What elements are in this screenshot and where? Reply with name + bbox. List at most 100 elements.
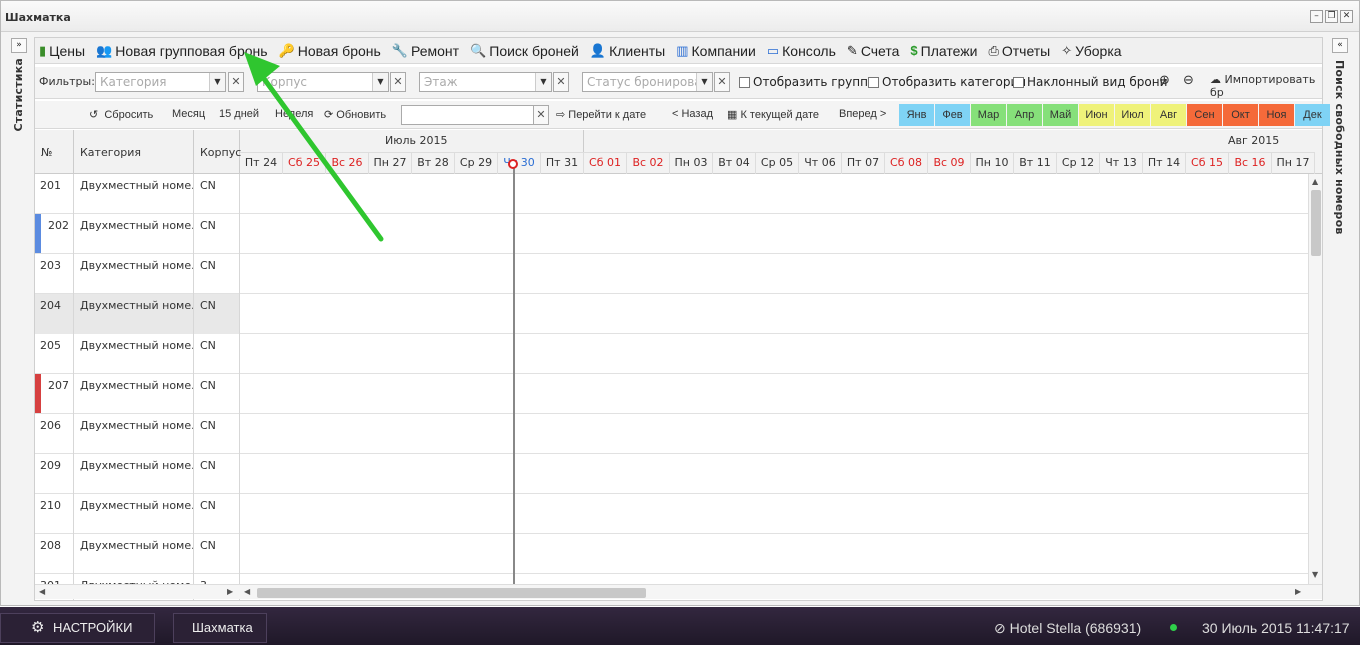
floor-select[interactable]: Этаж ▼ [419,72,552,92]
show-groups-checkbox[interactable]: Отобразить группы [739,75,877,89]
category-select[interactable]: Категория ▼ [95,72,226,92]
menu-item-11[interactable]: ✧ Уборка [1061,43,1121,59]
week-button[interactable]: Неделя [275,108,313,120]
status-select[interactable]: Статус бронирован▼ [582,72,713,92]
day-header[interactable]: Сб 25 [283,153,326,175]
day-header[interactable]: Чт 06 [799,153,842,175]
room-row[interactable]: 202 Двухместный номе... CN [35,214,1308,254]
today-button[interactable]: ▦ К текущей дате [727,108,819,121]
day-header[interactable]: Сб 01 [584,153,627,175]
menu-item-4[interactable]: 🔍 Поиск броней [470,43,579,59]
month-button-0[interactable]: Янв [899,104,934,126]
chevron-down-icon[interactable]: ▼ [696,73,712,91]
room-row[interactable]: 206 Двухместный номе... CN [35,414,1308,454]
col-header-building[interactable]: Корпус [194,130,241,174]
menu-item-1[interactable]: 👥 Новая групповая бронь [96,43,267,59]
room-row[interactable]: 205 Двухместный номе... CN [35,334,1308,374]
horizontal-scrollbar[interactable]: ◀ ▶ [240,584,1322,599]
col-header-number[interactable]: № [35,130,74,174]
room-row[interactable]: 210 Двухместный номе... CN [35,494,1308,534]
back-button[interactable]: < Назад [672,108,713,120]
day-header[interactable]: Вт 04 [713,153,756,175]
day-header[interactable]: Вс 09 [928,153,971,175]
zoom-out-icon[interactable]: ⊖ [1183,73,1194,88]
scroll-up-icon[interactable]: ▲ [1312,177,1318,186]
show-categories-checkbox[interactable]: Отобразить категории [868,75,1026,89]
col-header-category[interactable]: Категория [74,130,194,174]
vertical-scroll-thumb[interactable] [1311,190,1321,256]
day-header[interactable]: Пн 17 [1272,153,1315,175]
room-row[interactable]: 204 Двухместный номе... CN [35,294,1308,334]
scroll-left-icon[interactable]: ◀ [244,587,250,596]
menu-item-6[interactable]: ▥ Компании [676,43,756,59]
day-header[interactable]: Вс 02 [627,153,670,175]
menu-item-7[interactable]: ▭ Консоль [767,43,836,59]
clear-date-button[interactable]: ✕ [533,105,549,125]
chevron-down-icon[interactable]: ▼ [209,73,225,91]
free-rooms-sidebar[interactable]: « Поиск свободных номеров [1330,38,1352,603]
vertical-scrollbar[interactable]: ▲ ▼ [1308,174,1322,584]
menu-item-5[interactable]: 👤 Клиенты [590,43,665,59]
day-header[interactable]: Вт 11 [1014,153,1057,175]
month-button-5[interactable]: Июн [1079,104,1114,126]
scroll-right-icon[interactable]: ▶ [227,587,233,596]
day-header[interactable]: Пт 07 [842,153,885,175]
scroll-left-icon[interactable]: ◀ [39,587,45,596]
restore-button[interactable]: ❐ [1325,10,1338,23]
goto-date-button[interactable]: ⇨ Перейти к дате [556,108,646,121]
clear-category-button[interactable]: ✕ [228,72,244,92]
scroll-down-icon[interactable]: ▼ [1312,570,1318,579]
date-input[interactable]: ▦ [401,105,549,125]
scroll-right-icon[interactable]: ▶ [1295,587,1301,596]
menu-item-0[interactable]: ▮ Цены [39,43,85,59]
room-row[interactable]: 207 Двухместный номе... CN [35,374,1308,414]
refresh-button[interactable]: ⟳ Обновить [324,108,386,121]
month-button-6[interactable]: Июл [1115,104,1150,126]
day-header[interactable]: Сб 08 [885,153,928,175]
horizontal-scroll-thumb[interactable] [257,588,646,598]
expand-icon[interactable]: » [11,38,27,53]
tilted-view-checkbox[interactable]: Наклонный вид брони [1013,75,1167,89]
close-button[interactable]: ✕ [1340,10,1353,23]
day-header[interactable]: Пн 27 [369,153,412,175]
month-button-1[interactable]: Фев [935,104,970,126]
day-header[interactable]: Пт 31 [541,153,584,175]
15-days-button[interactable]: 15 дней [219,108,259,120]
month-button[interactable]: Месяц [172,108,205,120]
room-row[interactable]: 201 Двухместный номе... CN [35,174,1308,214]
day-header[interactable]: Пн 10 [971,153,1014,175]
fixed-columns-scrollbar[interactable]: ◀ ▶ [35,584,240,599]
day-header[interactable]: Чт 30 [498,153,541,175]
month-button-10[interactable]: Ноя [1259,104,1294,126]
day-header[interactable]: Вт 28 [412,153,455,175]
room-row[interactable]: 203 Двухместный номе... CN [35,254,1308,294]
taskbar-tab-chessboard[interactable]: Шахматка [173,613,267,643]
menu-item-2[interactable]: 🔑 Новая бронь [279,43,381,59]
minimize-button[interactable]: – [1310,10,1323,23]
day-header[interactable]: Сб 15 [1186,153,1229,175]
import-button[interactable]: ☁ Импортировать бр [1210,73,1322,99]
building-select[interactable]: Корпус ▼ [257,72,389,92]
reset-button[interactable]: ↺ Сбросить [89,108,153,121]
expand-icon[interactable]: « [1332,38,1348,53]
month-button-3[interactable]: Апр [1007,104,1042,126]
day-header[interactable]: Пт 24 [240,153,283,175]
clear-status-button[interactable]: ✕ [714,72,730,92]
chevron-down-icon[interactable]: ▼ [372,73,388,91]
room-row[interactable]: 209 Двухместный номе... CN [35,454,1308,494]
room-row[interactable]: 208 Двухместный номе... CN [35,534,1308,574]
menu-item-9[interactable]: $ Платежи [910,43,977,59]
menu-item-8[interactable]: ✎ Счета [847,43,900,59]
statistics-sidebar[interactable]: » Статистика [9,38,31,603]
day-header[interactable]: Ср 29 [455,153,498,175]
zoom-in-icon[interactable]: ⊕ [1159,73,1170,88]
menu-item-3[interactable]: 🔧 Ремонт [392,43,459,59]
month-button-2[interactable]: Мар [971,104,1006,126]
month-button-11[interactable]: Дек [1295,104,1330,126]
day-header[interactable]: Ср 12 [1057,153,1100,175]
day-header[interactable]: Ср 05 [756,153,799,175]
forward-button[interactable]: Вперед > [839,108,886,120]
settings-button[interactable]: ⚙ НАСТРОЙКИ [0,613,155,643]
chevron-down-icon[interactable]: ▼ [535,73,551,91]
day-header[interactable]: Вс 26 [326,153,369,175]
